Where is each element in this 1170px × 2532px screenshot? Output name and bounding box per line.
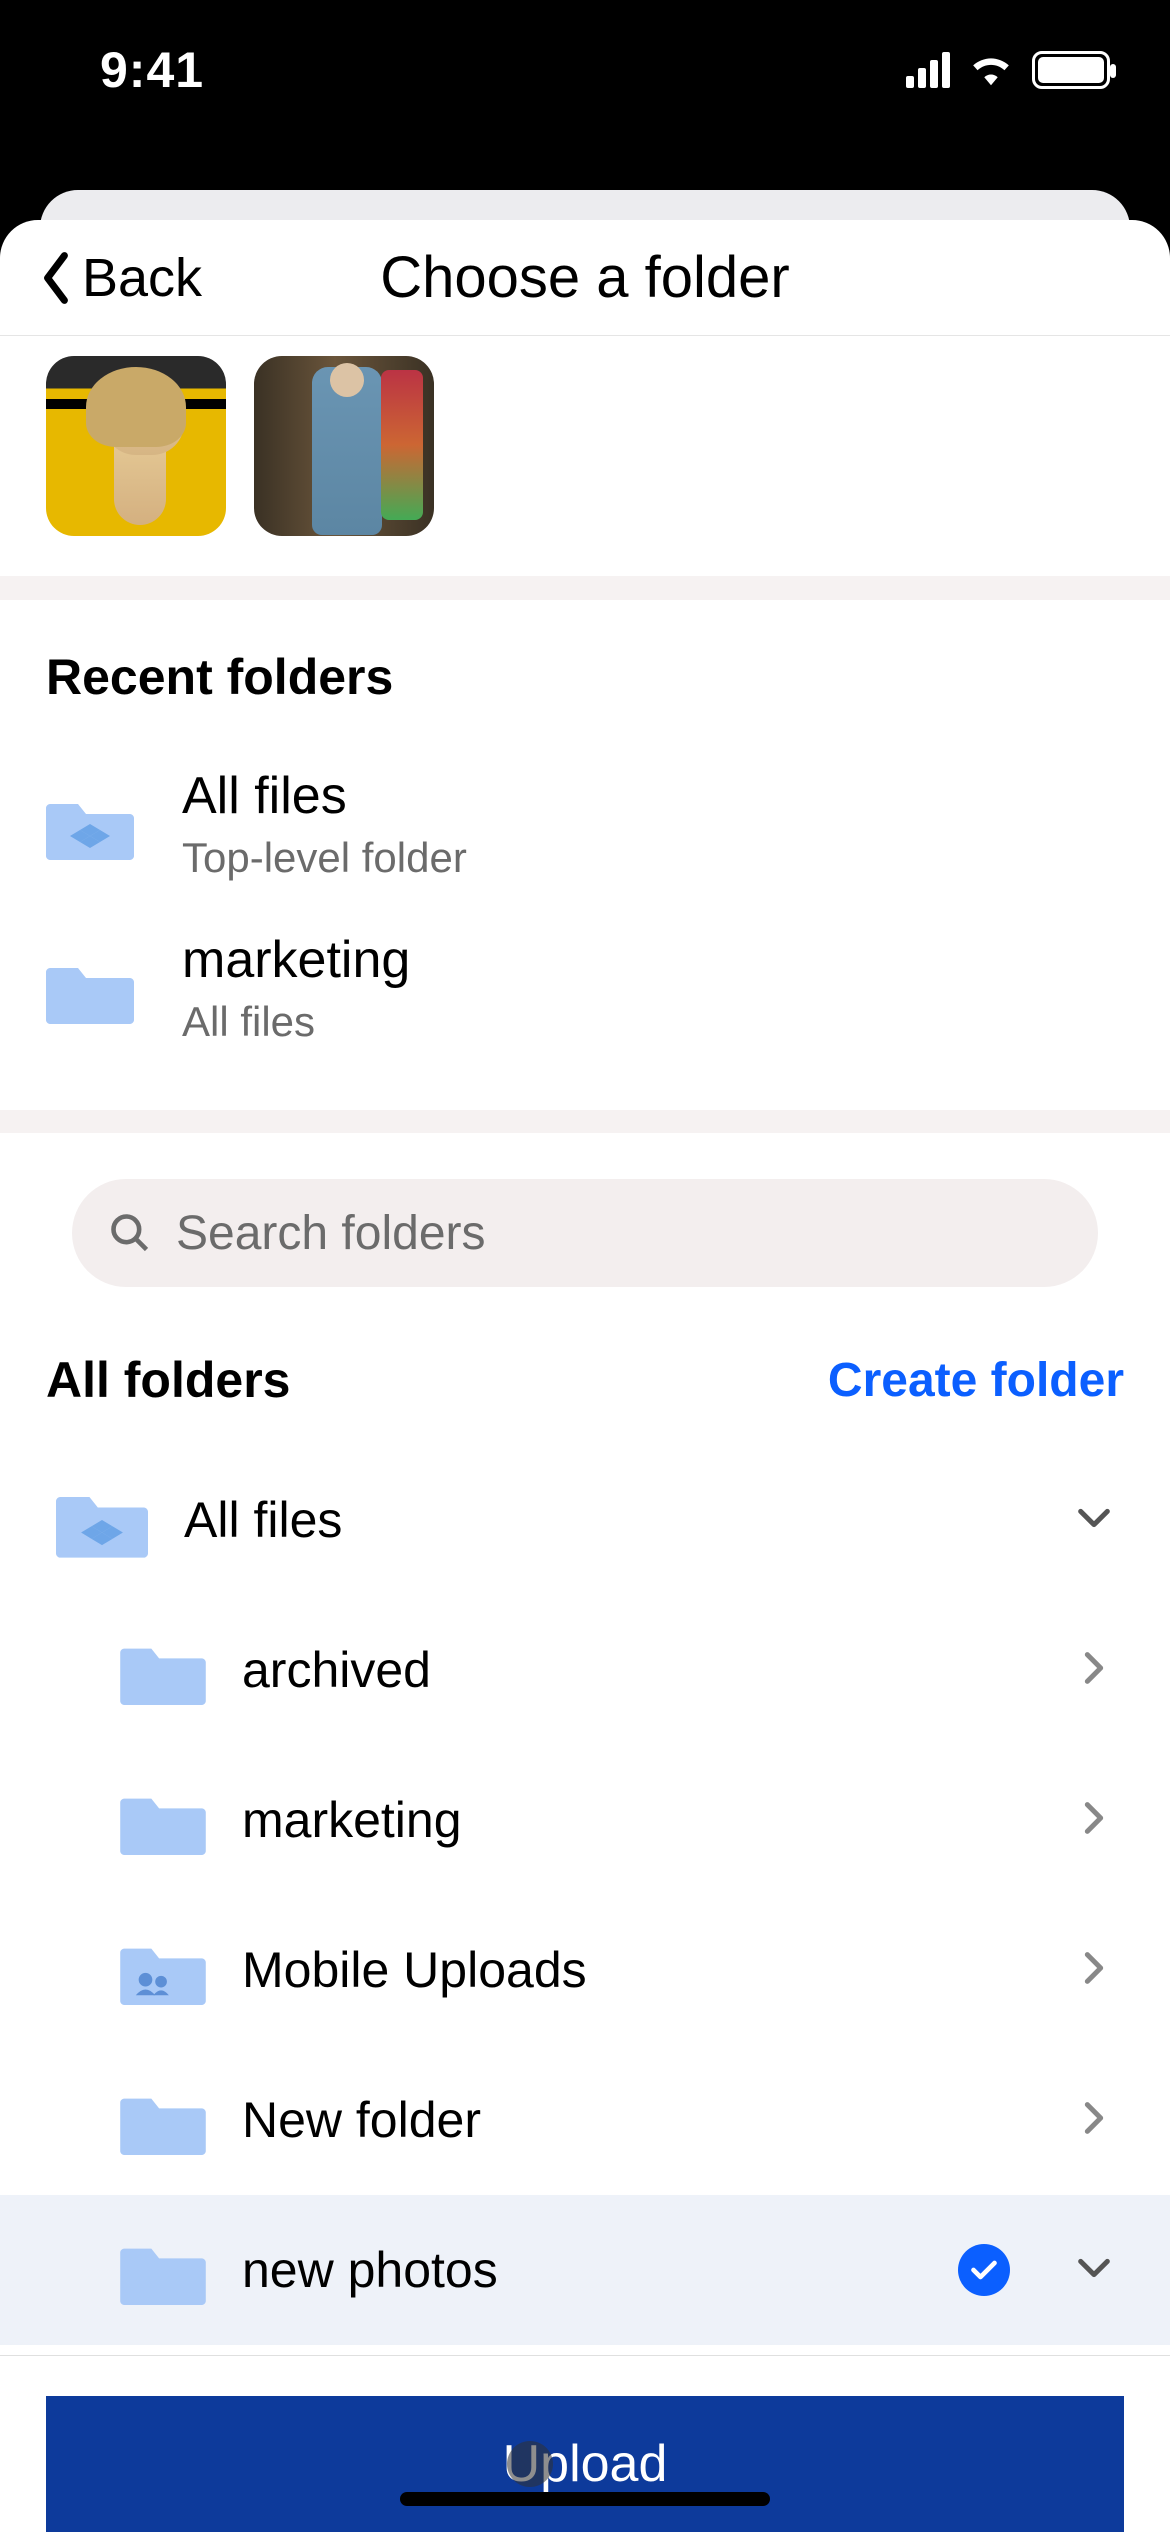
folder-icon — [120, 1635, 206, 1705]
battery-icon — [1032, 51, 1110, 89]
folder-icon — [120, 1785, 206, 1855]
folder-label: new photos — [242, 2241, 922, 2299]
recent-folder-all-files[interactable]: All files Top-level folder — [46, 742, 1124, 906]
home-indicator[interactable] — [400, 2492, 770, 2506]
dropbox-folder-icon — [56, 1482, 148, 1558]
folder-label: Mobile Uploads — [242, 1941, 1038, 1999]
folder-label: archived — [242, 1641, 1038, 1699]
folder-picker-sheet: Back Choose a folder Recent folders — [0, 220, 1170, 2532]
chevron-right-icon — [1074, 2098, 1114, 2143]
search-icon — [108, 1211, 152, 1255]
recent-folder-marketing[interactable]: marketing All files — [46, 906, 1124, 1070]
recent-folder-name: marketing — [182, 930, 410, 990]
cellular-signal-icon — [906, 52, 950, 88]
sheet-header: Back Choose a folder — [0, 220, 1170, 335]
wifi-icon — [968, 50, 1014, 91]
recent-folders-list: All files Top-level folder marketing All… — [0, 742, 1170, 1110]
section-divider — [0, 1110, 1170, 1134]
section-divider — [0, 576, 1170, 600]
thumbnail[interactable] — [46, 356, 226, 536]
folder-label: All files — [184, 1491, 1038, 1549]
dropbox-folder-icon — [46, 788, 134, 860]
phone-frame: 9:41 Back Choose a folder — [0, 0, 1170, 2532]
chevron-right-icon — [1074, 1948, 1114, 1993]
folder-icon — [46, 952, 134, 1024]
selected-check-icon — [958, 2244, 1010, 2296]
recent-folder-sub: All files — [182, 998, 410, 1046]
back-button[interactable]: Back — [36, 247, 202, 309]
folder-label: New folder — [242, 2091, 1038, 2149]
search-bar[interactable] — [72, 1179, 1098, 1287]
all-folders-header: All folders Create folder — [0, 1323, 1170, 1445]
sheet-title: Choose a folder — [380, 244, 789, 311]
all-folders-heading: All folders — [46, 1351, 290, 1409]
search-input[interactable] — [176, 1206, 1062, 1261]
recent-heading: Recent folders — [0, 600, 1170, 742]
thumbnail[interactable] — [254, 356, 434, 536]
chevron-down-icon — [1074, 1498, 1114, 1543]
chevron-left-icon — [36, 250, 76, 306]
folder-label: marketing — [242, 1791, 1038, 1849]
touch-indicator-icon — [507, 2441, 553, 2487]
folder-icon — [120, 2235, 206, 2305]
folder-row-new-folder[interactable]: New folder — [0, 2045, 1170, 2195]
upload-button[interactable]: Upload — [46, 2396, 1124, 2532]
chevron-right-icon — [1074, 1648, 1114, 1693]
status-bar: 9:41 — [0, 0, 1170, 140]
folder-row-archived[interactable]: archived — [0, 1595, 1170, 1745]
folder-tree: All files archived marketing Mobile Uplo… — [0, 1445, 1170, 2355]
create-folder-link[interactable]: Create folder — [828, 1353, 1124, 1408]
status-time: 9:41 — [100, 41, 204, 99]
folder-row-mobile-uploads[interactable]: Mobile Uploads — [0, 1895, 1170, 2045]
search-container — [0, 1133, 1170, 1323]
recent-folder-sub: Top-level folder — [182, 834, 467, 882]
folder-row-new-photos[interactable]: new photos — [0, 2195, 1170, 2345]
chevron-down-icon — [1074, 2248, 1114, 2293]
folder-icon — [120, 2085, 206, 2155]
folder-row-root[interactable]: All files — [0, 1445, 1170, 1595]
chevron-right-icon — [1074, 1798, 1114, 1843]
selected-items-preview — [0, 336, 1170, 576]
folder-row-marketing[interactable]: marketing — [0, 1745, 1170, 1895]
shared-folder-icon — [120, 1935, 206, 2005]
back-label: Back — [82, 247, 202, 309]
recent-folder-name: All files — [182, 766, 467, 826]
status-icons — [906, 50, 1110, 91]
